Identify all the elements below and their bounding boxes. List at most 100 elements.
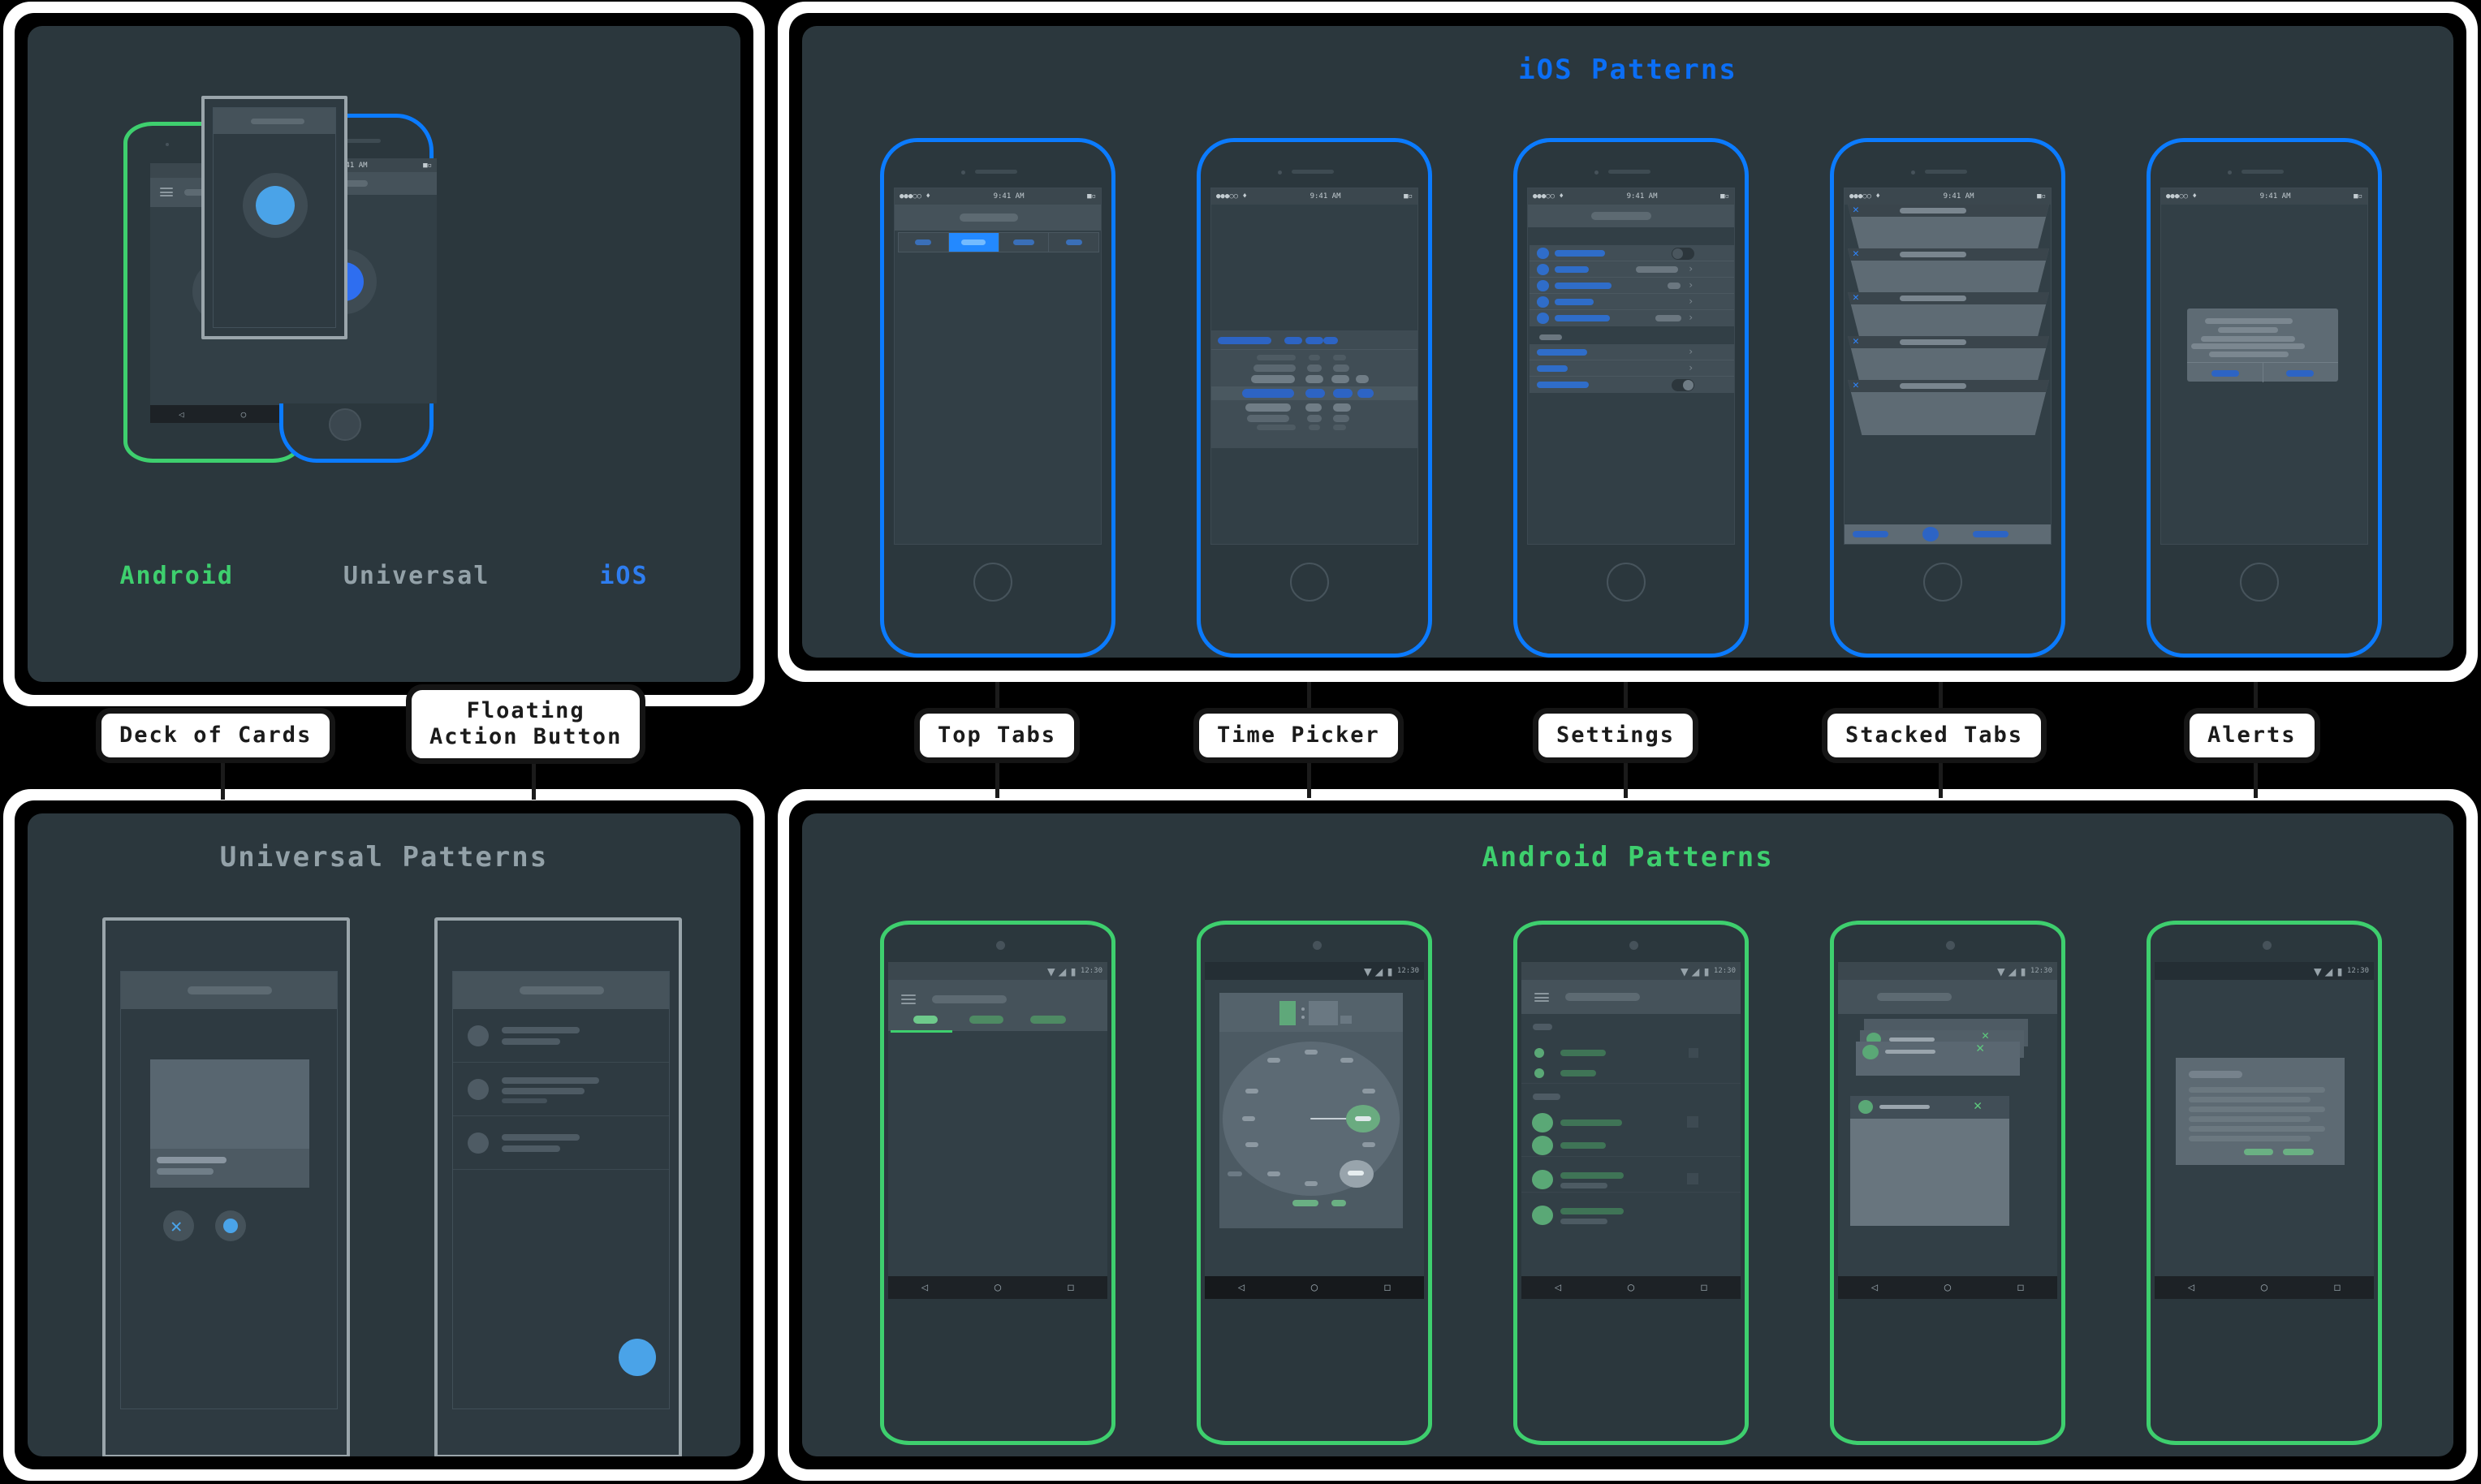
ios-home-button[interactable] bbox=[1607, 563, 1646, 602]
ios-phone-alerts[interactable]: ●●●○○ ♦ 9:41 AM ■▫ bbox=[2147, 138, 2382, 658]
list-item[interactable] bbox=[453, 1116, 669, 1170]
floating-action-button[interactable] bbox=[619, 1339, 656, 1376]
alert-button-cancel[interactable] bbox=[2244, 1149, 2273, 1155]
segment-2[interactable] bbox=[998, 233, 1050, 252]
settings-row[interactable] bbox=[1521, 1063, 1741, 1084]
recents-card[interactable]: ✕ bbox=[1850, 1096, 2009, 1226]
checkbox[interactable] bbox=[1689, 1048, 1698, 1058]
card-stack[interactable]: ✕ ✕ ✕ ✕ ✕ bbox=[1845, 205, 2051, 497]
settings-row[interactable] bbox=[1530, 245, 1734, 261]
chip-deck-of-cards[interactable]: Deck of Cards bbox=[96, 708, 336, 763]
nav-home-icon[interactable]: ○ bbox=[995, 1281, 1001, 1294]
recents-card[interactable]: ✕ bbox=[1856, 1040, 2020, 1076]
ios-home-button[interactable] bbox=[329, 408, 361, 441]
universal-phone-card-dialog[interactable]: ✕ bbox=[102, 917, 350, 1456]
segment-0[interactable] bbox=[899, 233, 949, 252]
list-item[interactable] bbox=[453, 1009, 669, 1063]
nav-back-icon[interactable]: ◁ bbox=[921, 1281, 928, 1294]
ios-phone-time-picker[interactable]: ●●●○○ ♦ 9:41 AM ■▫ bbox=[1197, 138, 1432, 658]
close-icon[interactable]: ✕ bbox=[1853, 380, 1859, 391]
android-phone-top-tabs[interactable]: ▼ ◢ ▮ 12:30 ◁ ○ ◻ bbox=[880, 921, 1115, 1445]
nav-back-icon[interactable]: ◁ bbox=[2188, 1281, 2194, 1294]
minute-field[interactable] bbox=[1309, 1001, 1338, 1025]
picker-sheet[interactable] bbox=[1211, 330, 1417, 448]
chip-floating-action-button[interactable]: Floating Action Button bbox=[406, 684, 646, 764]
universal-phone-list-fab[interactable] bbox=[434, 917, 682, 1456]
picker-action-1[interactable] bbox=[1284, 337, 1302, 344]
picker-action-2[interactable] bbox=[1305, 337, 1323, 344]
ios-home-button[interactable] bbox=[1290, 563, 1329, 602]
alert-button-confirm[interactable] bbox=[2283, 1149, 2314, 1155]
nav-back-icon[interactable]: ◁ bbox=[1555, 1281, 1561, 1294]
checkbox[interactable] bbox=[1687, 1173, 1698, 1184]
alert-dialog[interactable] bbox=[2187, 308, 2338, 382]
nav-home-icon[interactable]: ○ bbox=[241, 409, 247, 420]
floating-action-button-universal[interactable] bbox=[256, 186, 295, 225]
nav-home-icon[interactable]: ○ bbox=[2261, 1281, 2267, 1294]
settings-row[interactable]: › bbox=[1530, 278, 1734, 294]
meridiem-field[interactable] bbox=[1340, 1016, 1352, 1024]
alert-dialog[interactable] bbox=[2176, 1058, 2345, 1165]
settings-row[interactable] bbox=[1521, 1111, 1741, 1134]
tab-label[interactable] bbox=[1030, 1016, 1066, 1024]
alert-button-confirm[interactable] bbox=[2286, 370, 2314, 377]
android-phone-settings[interactable]: ▼ ◢ ▮ 12:30 ◁ ○ ◻ bbox=[1513, 921, 1749, 1445]
picker-action-primary[interactable] bbox=[1218, 337, 1271, 344]
chip-settings[interactable]: Settings bbox=[1533, 708, 1699, 763]
ios-phone-settings[interactable]: ●●●○○ ♦ 9:41 AM ■▫ › › › › › › bbox=[1513, 138, 1749, 658]
settings-row[interactable]: › bbox=[1530, 310, 1734, 326]
picker-toolbar[interactable] bbox=[1211, 330, 1417, 350]
time-picker-dialog[interactable] bbox=[1219, 993, 1403, 1228]
segmented-control[interactable] bbox=[898, 232, 1099, 252]
settings-row[interactable] bbox=[1521, 1167, 1741, 1193]
nav-home-icon[interactable]: ○ bbox=[1944, 1281, 1951, 1294]
segment-3[interactable] bbox=[1049, 233, 1098, 252]
ios-bottom-toolbar[interactable] bbox=[1845, 524, 2051, 544]
chip-stacked-tabs[interactable]: Stacked Tabs bbox=[1822, 708, 2047, 763]
settings-row[interactable]: › bbox=[1530, 360, 1734, 377]
picker-button-ok[interactable] bbox=[1331, 1200, 1346, 1206]
close-icon[interactable]: ✕ bbox=[1853, 292, 1859, 304]
settings-row[interactable] bbox=[1530, 377, 1734, 393]
android-phone-stacked-tabs[interactable]: ▼ ◢ ▮ 12:30 ✕ ✕ ✕ ◁ ○ ◻ bbox=[1830, 921, 2065, 1445]
toolbar-action-center[interactable] bbox=[1922, 527, 1939, 541]
chip-alerts[interactable]: Alerts bbox=[2184, 708, 2320, 763]
hamburger-icon[interactable] bbox=[160, 188, 173, 196]
segment-1[interactable] bbox=[948, 233, 999, 252]
hour-field-selected[interactable] bbox=[1279, 1001, 1296, 1025]
nav-recents-icon[interactable]: ◻ bbox=[1701, 1281, 1707, 1294]
close-icon[interactable]: ✕ bbox=[1853, 248, 1859, 260]
nav-recents-icon[interactable]: ◻ bbox=[1068, 1281, 1074, 1294]
settings-row[interactable] bbox=[1521, 1202, 1741, 1228]
hamburger-icon[interactable] bbox=[1534, 993, 1549, 1002]
alert-button-cancel[interactable] bbox=[2211, 370, 2239, 377]
ios-phone-stacked-tabs[interactable]: ●●●○○ ♦ 9:41 AM ■▫ ✕ ✕ ✕ ✕ ✕ bbox=[1830, 138, 2065, 658]
chip-time-picker[interactable]: Time Picker bbox=[1193, 708, 1404, 763]
nav-home-icon[interactable]: ○ bbox=[1311, 1281, 1318, 1294]
tab-label-selected[interactable] bbox=[913, 1016, 938, 1024]
close-icon[interactable]: ✕ bbox=[170, 1214, 182, 1237]
settings-row[interactable] bbox=[1521, 1134, 1741, 1157]
close-icon[interactable]: ✕ bbox=[1853, 205, 1859, 216]
nav-recents-icon[interactable]: ◻ bbox=[2017, 1281, 2024, 1294]
close-icon[interactable]: ✕ bbox=[1853, 336, 1859, 347]
toolbar-action-left[interactable] bbox=[1853, 531, 1888, 537]
nav-recents-icon[interactable]: ◻ bbox=[2334, 1281, 2341, 1294]
android-phone-alerts[interactable]: ▼ ◢ ▮ 12:30 ◁ ○ ◻ bbox=[2147, 921, 2382, 1445]
toolbar-action-right[interactable] bbox=[1973, 531, 2009, 537]
ios-home-button[interactable] bbox=[973, 563, 1012, 602]
tab-label[interactable] bbox=[969, 1016, 1003, 1024]
ios-home-button[interactable] bbox=[1923, 563, 1962, 602]
picker-action-3[interactable] bbox=[1323, 337, 1338, 344]
stacked-card[interactable]: ✕ bbox=[1848, 380, 2049, 435]
deck-card-universal[interactable] bbox=[201, 96, 347, 339]
recents-card-stack[interactable]: ✕ ✕ ✕ bbox=[1838, 1019, 2057, 1230]
nav-recents-icon[interactable]: ◻ bbox=[1384, 1281, 1391, 1294]
hamburger-icon[interactable] bbox=[901, 994, 916, 1004]
settings-row[interactable] bbox=[1521, 1043, 1741, 1063]
close-icon[interactable]: ✕ bbox=[1974, 1098, 1982, 1114]
confirm-action-dot[interactable] bbox=[223, 1219, 238, 1233]
ios-phone-top-tabs[interactable]: ●●●○○ ♦ 9:41 AM ■▫ bbox=[880, 138, 1115, 658]
ios-home-button[interactable] bbox=[2240, 563, 2279, 602]
settings-row[interactable]: › bbox=[1530, 294, 1734, 310]
